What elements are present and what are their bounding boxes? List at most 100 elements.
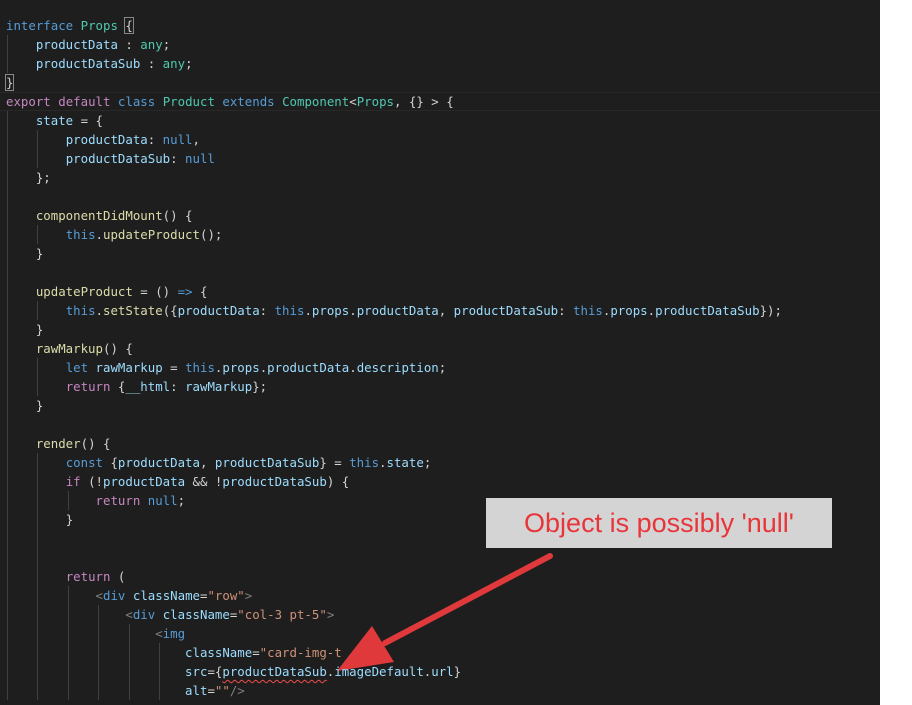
code-token: imageDefault [334,664,424,679]
code-token: class [117,94,156,109]
code-token: this [349,455,380,470]
code-token: ( [110,569,126,584]
code-token: rawMarkup [185,379,253,394]
code-token: any [140,37,163,52]
code-line[interactable]: productData : any; [6,35,782,54]
code-token: "card-img-t [259,645,342,660]
code-token: . [95,303,103,318]
code-line[interactable]: this.setState({productData: this.props.p… [6,301,782,320]
code-token: }; [252,379,268,394]
code-token: } [35,246,44,261]
code-line[interactable] [6,187,782,206]
code-token: Props [80,18,118,33]
code-line[interactable] [6,415,782,434]
code-line[interactable]: productDataSub : any; [6,54,782,73]
code-line[interactable]: this.updateProduct(); [6,225,782,244]
code-line[interactable]: const {productData, productDataSub} = th… [6,453,782,472]
code-token: null [162,132,193,147]
code-line[interactable]: <div className="row"> [6,586,782,605]
code-token: Component [282,94,350,109]
code-token: export [6,94,51,109]
code-token: ={ [207,664,223,679]
code-token: : [170,379,186,394]
code-token: Product [162,94,215,109]
code-token: let [65,360,89,375]
code-token: ; [177,493,186,508]
code-token: "" [214,683,230,698]
code-token: . [95,227,103,242]
code-token: extends [222,94,275,109]
code-token: url [431,664,454,679]
code-line[interactable]: <div className="col-3 pt-5"> [6,605,782,624]
code-token: : [558,303,574,318]
code-line[interactable]: let rawMarkup = this.props.productData.d… [6,358,782,377]
code-token: { [103,455,118,470]
code-token: updateProduct [35,284,133,299]
code-token: productData [65,132,148,147]
code-line[interactable]: return ( [6,567,782,586]
code-line[interactable]: }; [6,168,782,187]
code-line[interactable]: interface Props { [6,16,782,35]
code-token: < [125,607,133,622]
code-token: : [147,132,163,147]
code-token: state [35,113,74,128]
code-line[interactable]: <img [6,624,782,643]
code-line[interactable]: productData: null, [6,130,782,149]
code-line[interactable] [6,263,782,282]
code-line[interactable]: export default class Product extends Com… [6,92,782,111]
code-line[interactable]: return {__html: rawMarkup}; [6,377,782,396]
code-token: productDataSub [453,303,559,318]
error-callout: Object is possibly 'null' [486,498,832,548]
code-line[interactable]: render() { [6,434,782,453]
code-line[interactable]: alt=""/> [6,681,782,700]
code-token: : [170,151,186,166]
error-callout-text: Object is possibly 'null' [524,507,794,538]
code-token: className [162,607,230,622]
code-token: div [132,607,156,622]
code-line[interactable]: if (!productData && !productDataSub) { [6,472,782,491]
code-token: interface [6,18,74,33]
code-token: productDataSub [214,455,320,470]
code-token: this [65,227,96,242]
code-line[interactable]: } [6,320,782,339]
code-token: , [438,303,454,318]
code-token: < [155,626,163,641]
code-line[interactable]: productDataSub: null [6,149,782,168]
code-token: }); [759,303,782,318]
code-line[interactable] [6,548,782,567]
code-line[interactable]: } [4,73,782,92]
code-line[interactable]: className="card-img-t [6,643,782,662]
code-token: this [274,303,305,318]
code-token: this [573,303,603,318]
code-token: . [349,360,357,375]
code-token: ; [162,37,171,52]
code-token: null [147,493,178,508]
code-editor[interactable]: interface Props { productData : any; pro… [0,0,880,705]
code-token: props [311,303,350,318]
code-token: } [4,74,15,91]
code-token: . [379,455,387,470]
code-token: : [259,303,275,318]
code-line[interactable]: rawMarkup() { [6,339,782,358]
code-token: { [124,17,134,34]
code-line[interactable]: componentDidMount() { [6,206,782,225]
code-line[interactable]: } [6,244,782,263]
code-token: "col-3 pt-5" [237,607,327,622]
code-token: productDataSub [65,151,171,166]
code-token: = () [132,284,178,299]
code-token: ; [423,455,432,470]
code-line[interactable]: state = { [6,111,782,130]
code-line[interactable]: updateProduct = () => { [6,282,782,301]
code-token: } [453,664,462,679]
code-token: state [386,455,424,470]
code-token: : [117,37,141,52]
code-token: if [65,474,81,489]
code-token: render [35,436,81,451]
code-line[interactable]: } [6,396,782,415]
code-token: , {} > { [394,94,454,109]
code-line[interactable]: src={productDataSub.imageDefault.url} [6,662,782,681]
code-token: && ! [185,474,223,489]
code-token: { [192,284,208,299]
code-token: props [222,360,260,375]
